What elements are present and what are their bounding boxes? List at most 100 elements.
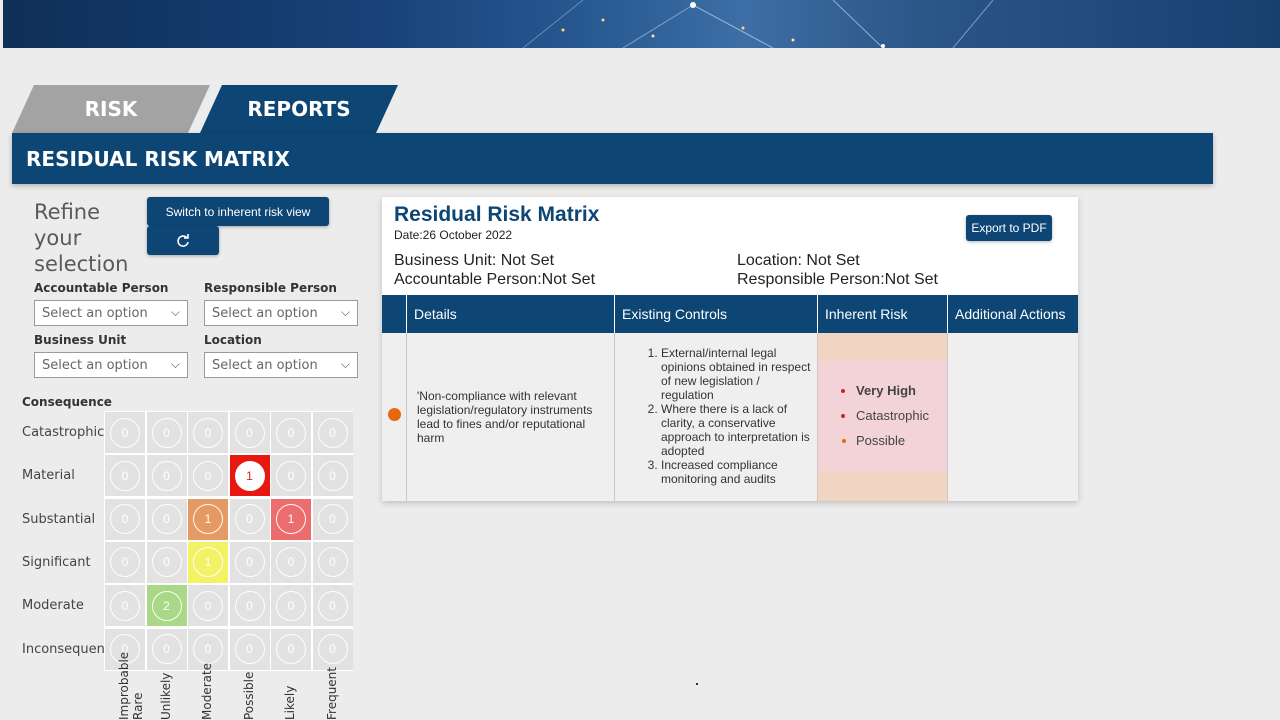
- accountable-person-value: Select an option: [42, 305, 148, 321]
- tab-risk[interactable]: RISK: [12, 85, 210, 133]
- export-pdf-button[interactable]: Export to PDF: [966, 215, 1052, 241]
- page-title-bar: RESIDUAL RISK MATRIX: [12, 133, 1213, 184]
- matrix-cell-count: 0: [193, 460, 223, 491]
- matrix-cell[interactable]: 0: [146, 498, 187, 540]
- matrix-cell[interactable]: 0: [146, 455, 187, 497]
- matrix-cell[interactable]: 2: [146, 585, 187, 627]
- report-title: Residual Risk Matrix: [394, 203, 600, 226]
- consequence-axis-title: Consequence: [22, 395, 112, 409]
- likelihood-label: Moderate: [200, 662, 214, 720]
- header-banner: [3, 0, 1280, 48]
- matrix-cell[interactable]: 0: [271, 541, 311, 583]
- details-cell: 'Non-compliance with relevant legislatio…: [407, 333, 615, 501]
- controls-list: External/internal legal opinions obtaine…: [615, 346, 817, 486]
- matrix-cell[interactable]: 0: [188, 455, 228, 497]
- inherent-risk-likelihood: Possible: [842, 433, 929, 448]
- responsible-person-select[interactable]: Select an option ⌵: [204, 300, 358, 326]
- matrix-cell[interactable]: 0: [188, 412, 228, 453]
- inherent-risk-list: Very High Catastrophic Possible: [818, 383, 929, 458]
- page-title: RESIDUAL RISK MATRIX: [26, 146, 290, 171]
- switch-inherent-view-button[interactable]: Switch to inherent risk view: [147, 197, 329, 226]
- inherent-risk-level: Very High: [856, 383, 929, 398]
- matrix-cell[interactable]: 0: [312, 498, 353, 540]
- business-unit-value: Select an option: [42, 357, 148, 373]
- matrix-cell[interactable]: 0: [271, 455, 311, 497]
- additional-actions-cell: [948, 333, 1078, 501]
- matrix-cell[interactable]: 0: [105, 455, 145, 497]
- matrix-cell[interactable]: 0: [312, 628, 353, 670]
- report-date: Date:26 October 2022: [394, 228, 513, 242]
- tab-reports-label: REPORTS: [247, 97, 351, 121]
- matrix-cell[interactable]: 0: [146, 412, 187, 453]
- refresh-button[interactable]: [147, 226, 219, 255]
- consequence-label: Moderate: [22, 598, 84, 614]
- location-label: Location: [204, 333, 262, 347]
- matrix-cell[interactable]: 0: [271, 412, 311, 453]
- consequence-label: Catastrophic: [22, 425, 105, 440]
- matrix-cell[interactable]: 0: [105, 412, 145, 453]
- status-dot-icon: [388, 408, 401, 421]
- likelihood-label: Frequent: [324, 667, 339, 720]
- consequence-label: Significant: [22, 554, 91, 570]
- matrix-cell[interactable]: 0: [229, 585, 270, 627]
- control-item: External/internal legal opinions obtaine…: [661, 346, 811, 402]
- matrix-cell[interactable]: 0: [146, 628, 187, 670]
- matrix-cell[interactable]: 0: [229, 412, 270, 453]
- chevron-down-icon: ⌵: [170, 357, 180, 371]
- matrix-cell[interactable]: 1: [271, 498, 311, 540]
- matrix-cell[interactable]: 0: [188, 585, 228, 627]
- matrix-cell-count: 0: [234, 634, 265, 664]
- header-additional-actions: Additional Actions: [955, 306, 1066, 322]
- matrix-cell-count: 0: [151, 547, 182, 578]
- matrix-cell[interactable]: 0: [229, 628, 270, 670]
- matrix-cell[interactable]: 0: [271, 585, 311, 627]
- inherent-risk-band-top: [818, 333, 947, 361]
- report-card: Residual Risk Matrix Date:26 October 202…: [382, 197, 1078, 501]
- tab-reports[interactable]: REPORTS: [200, 85, 398, 133]
- matrix-cell-count: 0: [276, 417, 306, 448]
- likelihood-bullet-icon: [842, 439, 846, 443]
- matrix-cell[interactable]: 1: [229, 455, 270, 497]
- stray-dot: [696, 683, 698, 685]
- chevron-down-icon: ⌵: [340, 305, 350, 319]
- matrix-cell-count: 0: [276, 547, 306, 578]
- matrix-cell[interactable]: 0: [312, 585, 353, 627]
- matrix-cell[interactable]: 1: [188, 498, 228, 540]
- matrix-cell[interactable]: 1: [188, 541, 228, 583]
- likelihood-label: Likely: [283, 685, 297, 720]
- matrix-cell-count: 0: [234, 417, 265, 448]
- matrix-cell[interactable]: 0: [105, 585, 145, 627]
- matrix-cell-count: 0: [276, 634, 306, 664]
- table-row[interactable]: 'Non-compliance with relevant legislatio…: [382, 333, 1078, 501]
- matrix-cell[interactable]: 0: [229, 498, 270, 540]
- matrix-cell-count: 1: [234, 460, 265, 491]
- inherent-risk-band: Very High Catastrophic Possible: [818, 361, 947, 471]
- matrix-cell-count: 1: [193, 504, 223, 535]
- matrix-cell[interactable]: 0: [146, 541, 187, 583]
- matrix-cell-count: 0: [276, 460, 306, 491]
- accountable-person-meta: Accountable Person:Not Set: [394, 271, 596, 288]
- matrix-cell[interactable]: 0: [105, 498, 145, 540]
- matrix-cell[interactable]: 0: [312, 541, 353, 583]
- business-unit-label: Business Unit: [34, 333, 127, 347]
- matrix-cell-count: 0: [317, 504, 348, 535]
- matrix-cell[interactable]: 0: [312, 455, 353, 497]
- inherent-risk-band-bottom: [818, 471, 947, 501]
- likelihood-label: Unlikely: [158, 672, 173, 720]
- location-select[interactable]: Select an option ⌵: [204, 352, 358, 378]
- control-item: Increased compliance monitoring and audi…: [661, 458, 811, 486]
- business-unit-select[interactable]: Select an option ⌵: [34, 352, 188, 378]
- matrix-cell-count: 0: [110, 460, 140, 491]
- accountable-person-select[interactable]: Select an option ⌵: [34, 300, 188, 326]
- matrix-cell-count: 0: [110, 417, 140, 448]
- matrix-cell[interactable]: 0: [105, 541, 145, 583]
- matrix-cell[interactable]: 0: [312, 412, 353, 453]
- matrix-cell-count: 0: [317, 417, 348, 448]
- responsible-person-value: Select an option: [212, 305, 318, 321]
- chevron-down-icon: ⌵: [170, 305, 180, 319]
- matrix-cell[interactable]: 0: [271, 628, 311, 670]
- matrix-cell[interactable]: 0: [229, 541, 270, 583]
- likelihood-label: Possible: [241, 671, 256, 720]
- matrix-cell-count: 1: [276, 504, 306, 535]
- details-text: 'Non-compliance with relevant legislatio…: [417, 389, 593, 445]
